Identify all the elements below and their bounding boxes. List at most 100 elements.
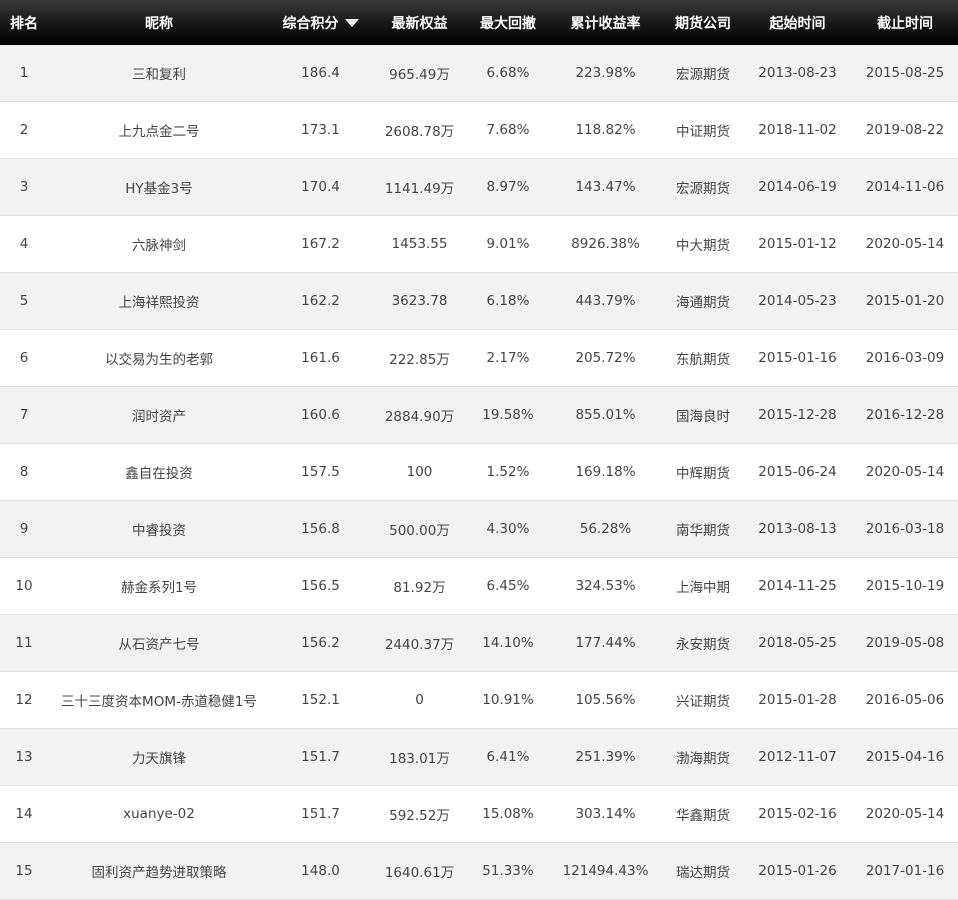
cell-max-drawdown: 15.08% xyxy=(468,785,548,843)
table-row[interactable]: 14 xuanye-02 151.7 592.52万 15.08% 303.14… xyxy=(0,785,958,843)
cell-end: 2020-05-14 xyxy=(852,215,958,273)
cell-max-drawdown: 10.91% xyxy=(468,671,548,729)
header-nickname[interactable]: 昵称 xyxy=(48,0,270,45)
cell-cum-return: 303.14% xyxy=(548,785,663,843)
cell-rank: 10 xyxy=(0,557,48,615)
cell-rank: 12 xyxy=(0,671,48,729)
header-end[interactable]: 截止时间 xyxy=(852,0,958,45)
cell-rank: 2 xyxy=(0,101,48,159)
cell-company: 国海良时 xyxy=(663,386,743,444)
cell-company: 宏源期货 xyxy=(663,45,743,102)
table-row[interactable]: 9 中睿投资 156.8 500.00万 4.30% 56.28% 南华期货 2… xyxy=(0,500,958,558)
cell-equity: 500.00万 xyxy=(371,500,468,558)
table-row[interactable]: 1 三和复利 186.4 965.49万 6.68% 223.98% 宏源期货 … xyxy=(0,45,958,102)
table-row[interactable]: 3 HY基金3号 170.4 1141.49万 8.97% 143.47% 宏源… xyxy=(0,158,958,216)
cell-end: 2016-03-09 xyxy=(852,329,958,387)
cell-end: 2016-03-18 xyxy=(852,500,958,558)
cell-rank: 1 xyxy=(0,45,48,102)
cell-end: 2014-11-06 xyxy=(852,158,958,216)
cell-cum-return: 8926.38% xyxy=(548,215,663,273)
header-cum-return[interactable]: 累计收益率 xyxy=(548,0,663,45)
cell-score: 167.2 xyxy=(270,215,371,273)
cell-score: 170.4 xyxy=(270,158,371,216)
cell-cum-return: 251.39% xyxy=(548,728,663,786)
cell-max-drawdown: 7.68% xyxy=(468,101,548,159)
cell-equity: 2608.78万 xyxy=(371,101,468,159)
cell-score: 186.4 xyxy=(270,45,371,102)
cell-end: 2016-05-06 xyxy=(852,671,958,729)
cell-score: 156.8 xyxy=(270,500,371,558)
table-row[interactable]: 11 从石资产七号 156.2 2440.37万 14.10% 177.44% … xyxy=(0,614,958,672)
cell-equity: 0 xyxy=(371,671,468,729)
cell-end: 2015-10-19 xyxy=(852,557,958,615)
caret-down-icon[interactable] xyxy=(344,18,359,27)
header-rank[interactable]: 排名 xyxy=(0,0,48,45)
cell-max-drawdown: 1.52% xyxy=(468,443,548,501)
cell-end: 2019-05-08 xyxy=(852,614,958,672)
header-max-drawdown[interactable]: 最大回撤 xyxy=(468,0,548,45)
cell-start: 2015-01-28 xyxy=(743,671,852,729)
cell-nickname[interactable]: xuanye-02 xyxy=(48,785,270,843)
cell-start: 2014-05-23 xyxy=(743,272,852,330)
cell-cum-return: 205.72% xyxy=(548,329,663,387)
cell-nickname[interactable]: 力天旗锋 xyxy=(48,728,270,786)
table-row[interactable]: 13 力天旗锋 151.7 183.01万 6.41% 251.39% 渤海期货… xyxy=(0,728,958,786)
cell-equity: 183.01万 xyxy=(371,728,468,786)
cell-start: 2012-11-07 xyxy=(743,728,852,786)
cell-nickname[interactable]: 赫金系列1号 xyxy=(48,557,270,615)
cell-rank: 3 xyxy=(0,158,48,216)
cell-nickname[interactable]: 从石资产七号 xyxy=(48,614,270,672)
table-row[interactable]: 2 上九点金二号 173.1 2608.78万 7.68% 118.82% 中证… xyxy=(0,101,958,159)
cell-nickname[interactable]: 六脉神剑 xyxy=(48,215,270,273)
table-row[interactable]: 10 赫金系列1号 156.5 81.92万 6.45% 324.53% 上海中… xyxy=(0,557,958,615)
cell-equity: 2440.37万 xyxy=(371,614,468,672)
table-row[interactable]: 7 润时资产 160.6 2884.90万 19.58% 855.01% 国海良… xyxy=(0,386,958,444)
cell-start: 2018-11-02 xyxy=(743,101,852,159)
cell-rank: 6 xyxy=(0,329,48,387)
cell-max-drawdown: 19.58% xyxy=(468,386,548,444)
cell-equity: 81.92万 xyxy=(371,557,468,615)
cell-start: 2015-01-12 xyxy=(743,215,852,273)
cell-nickname[interactable]: 三十三度资本MOM-赤道稳健1号 xyxy=(48,671,270,729)
table-row[interactable]: 5 上海祥熙投资 162.2 3623.78 6.18% 443.79% 海通期… xyxy=(0,272,958,330)
cell-equity: 965.49万 xyxy=(371,45,468,102)
cell-nickname[interactable]: 鑫自在投资 xyxy=(48,443,270,501)
cell-cum-return: 855.01% xyxy=(548,386,663,444)
cell-rank: 4 xyxy=(0,215,48,273)
cell-nickname[interactable]: 润时资产 xyxy=(48,386,270,444)
table-row[interactable]: 8 鑫自在投资 157.5 100 1.52% 169.18% 中辉期货 201… xyxy=(0,443,958,501)
cell-nickname[interactable]: 上海祥熙投资 xyxy=(48,272,270,330)
cell-nickname[interactable]: 中睿投资 xyxy=(48,500,270,558)
table-row[interactable]: 6 以交易为生的老郭 161.6 222.85万 2.17% 205.72% 东… xyxy=(0,329,958,387)
header-start[interactable]: 起始时间 xyxy=(743,0,852,45)
cell-max-drawdown: 8.97% xyxy=(468,158,548,216)
cell-max-drawdown: 6.68% xyxy=(468,45,548,102)
cell-score: 152.1 xyxy=(270,671,371,729)
cell-start: 2014-11-25 xyxy=(743,557,852,615)
cell-nickname[interactable]: HY基金3号 xyxy=(48,158,270,216)
cell-cum-return: 177.44% xyxy=(548,614,663,672)
cell-start: 2013-08-13 xyxy=(743,500,852,558)
header-equity[interactable]: 最新权益 xyxy=(371,0,468,45)
cell-company: 上海中期 xyxy=(663,557,743,615)
header-company[interactable]: 期货公司 xyxy=(663,0,743,45)
cell-start: 2015-12-28 xyxy=(743,386,852,444)
cell-equity: 100 xyxy=(371,443,468,501)
cell-nickname[interactable]: 上九点金二号 xyxy=(48,101,270,159)
cell-equity: 592.52万 xyxy=(371,785,468,843)
cell-nickname[interactable]: 三和复利 xyxy=(48,45,270,102)
header-score[interactable]: 综合积分 xyxy=(270,0,371,45)
cell-equity: 1453.55 xyxy=(371,215,468,273)
cell-score: 161.6 xyxy=(270,329,371,387)
cell-start: 2018-05-25 xyxy=(743,614,852,672)
table-row[interactable]: 12 三十三度资本MOM-赤道稳健1号 152.1 0 10.91% 105.5… xyxy=(0,671,958,729)
cell-nickname[interactable]: 以交易为生的老郭 xyxy=(48,329,270,387)
cell-end: 2020-05-14 xyxy=(852,443,958,501)
cell-cum-return: 443.79% xyxy=(548,272,663,330)
cell-max-drawdown: 14.10% xyxy=(468,614,548,672)
cell-company: 中证期货 xyxy=(663,101,743,159)
cell-rank: 14 xyxy=(0,785,48,843)
cell-end: 2019-08-22 xyxy=(852,101,958,159)
cell-company: 永安期货 xyxy=(663,614,743,672)
table-row[interactable]: 4 六脉神剑 167.2 1453.55 9.01% 8926.38% 中大期货… xyxy=(0,215,958,273)
